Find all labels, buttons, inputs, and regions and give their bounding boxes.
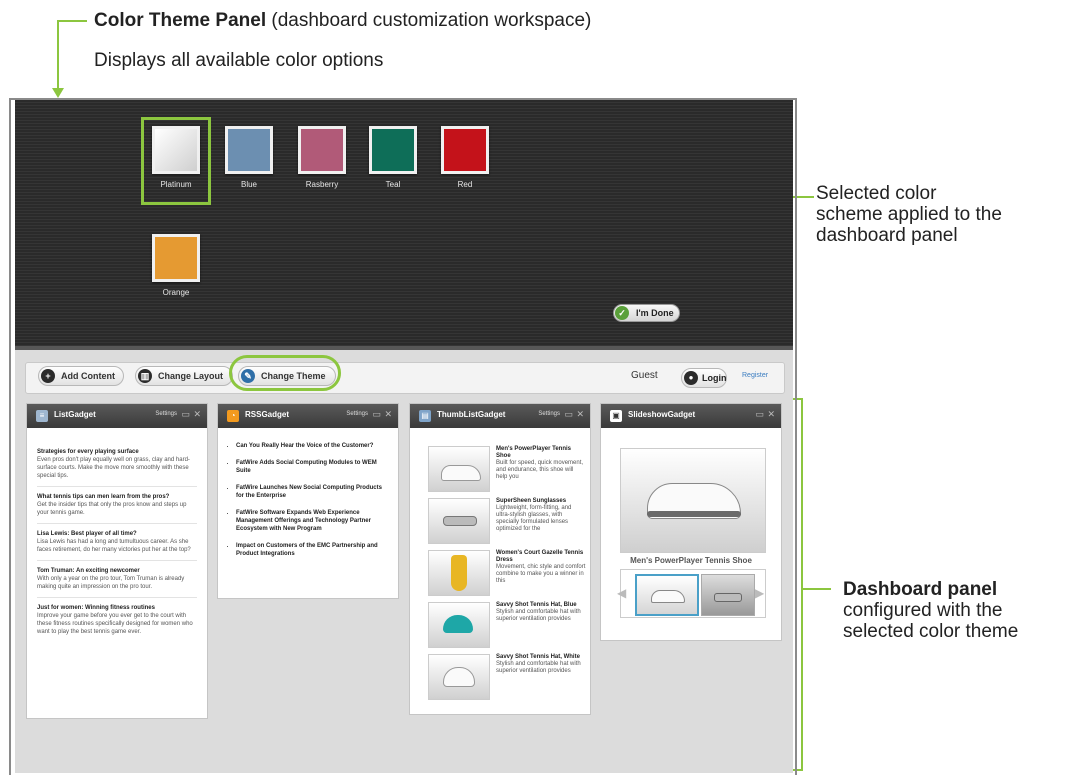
- swatch-rasberry[interactable]: Rasberry: [297, 126, 347, 189]
- rss-item[interactable]: Can You Really Hear the Voice of the Cus…: [236, 442, 388, 450]
- list-gadget: ≡ ListGadget Settings ▭ ✕ Strategies for…: [26, 403, 208, 719]
- thumb-item[interactable]: Women's Court Gazelle Tennis Dress Moveme…: [418, 550, 585, 602]
- swatch-color: [369, 126, 417, 174]
- register-link[interactable]: Register: [742, 372, 768, 379]
- thumblist-icon: ▤: [419, 410, 431, 422]
- rss-item[interactable]: FatWire Adds Social Computing Modules to…: [236, 459, 388, 475]
- swatch-color: [152, 234, 200, 282]
- close-icon[interactable]: ✕: [576, 409, 584, 420]
- gadget-header: ▤ ThumbListGadget Settings ▭ ✕: [410, 404, 590, 428]
- slideshow-caption: Men's PowerPlayer Tennis Shoe: [630, 556, 752, 565]
- slideshow-icon: ▣: [610, 410, 622, 422]
- layout-icon: ▥: [138, 369, 152, 383]
- swatch-red[interactable]: Red: [440, 126, 490, 189]
- gadget-header: ◔ RSSGadget Settings ▭ ✕: [218, 404, 398, 428]
- gadget-header: ▣ SlideshowGadget ▭ ✕: [601, 404, 781, 428]
- slideshow-thumbnail-strip: ◀ ▶: [617, 569, 766, 618]
- settings-link[interactable]: Settings: [346, 411, 368, 417]
- plus-icon: +: [41, 369, 55, 383]
- rss-icon: ◔: [227, 410, 239, 422]
- swatch-teal[interactable]: Teal: [368, 126, 418, 189]
- thumb-item[interactable]: Men's PowerPlayer Tennis Shoe Built for s…: [418, 446, 583, 498]
- rss-item[interactable]: FatWire Launches New Social Computing Pr…: [236, 484, 388, 500]
- list-item[interactable]: Lisa Lewis: Best player of all time? Lisa…: [37, 524, 197, 561]
- annotation-dashboard-text: Dashboard panel configured with the sele…: [843, 579, 1019, 642]
- list-item[interactable]: Tom Truman: An exciting newcomer With onl…: [37, 561, 197, 598]
- blue-hat-image: [428, 602, 490, 648]
- thumblist-gadget: ▤ ThumbListGadget Settings ▭ ✕ Men's Pow…: [409, 403, 591, 715]
- slideshow-main-image: [620, 448, 766, 553]
- close-icon[interactable]: ✕: [767, 409, 775, 420]
- login-button[interactable]: ● Login: [681, 368, 727, 388]
- dress-image: [428, 550, 490, 596]
- gadget-header: ≡ ListGadget Settings ▭ ✕: [27, 404, 207, 428]
- list-icon: ≡: [36, 410, 48, 422]
- minimize-icon[interactable]: ▭: [372, 409, 381, 420]
- shoe-image: [428, 446, 490, 492]
- im-done-button[interactable]: ✓ I'm Done: [613, 304, 680, 322]
- swatch-color: [441, 126, 489, 174]
- close-icon[interactable]: ✕: [384, 409, 392, 420]
- list-item[interactable]: Strategies for every playing surface Even…: [37, 442, 197, 487]
- slideshow-gadget: ▣ SlideshowGadget ▭ ✕ Men's PowerPlayer …: [600, 403, 782, 641]
- swatch-color: [298, 126, 346, 174]
- rss-list: Can You Really Hear the Voice of the Cus…: [218, 428, 398, 558]
- swatch-color: [225, 126, 273, 174]
- rss-item[interactable]: FatWire Software Expands Web Experience …: [236, 509, 388, 533]
- annotation-arrow-line: [57, 20, 59, 90]
- thumb-item[interactable]: Savvy Shot Tennis Hat, Blue Stylish and c…: [418, 602, 582, 654]
- thumb-item[interactable]: Savvy Shot Tennis Hat, White Stylish and …: [418, 654, 582, 706]
- user-icon: ●: [684, 371, 698, 385]
- minimize-icon[interactable]: ▭: [564, 409, 573, 420]
- white-hat-image: [428, 654, 490, 700]
- list-item[interactable]: What tennis tips can men learn from the …: [37, 487, 197, 524]
- thumb-item[interactable]: SuperSheen Sunglasses Lightweight, form-f…: [418, 498, 582, 550]
- settings-link[interactable]: Settings: [538, 411, 560, 417]
- change-theme-highlight: [229, 355, 341, 391]
- close-icon[interactable]: ✕: [193, 409, 201, 420]
- slideshow-thumb[interactable]: [701, 574, 755, 616]
- arrow-left-icon[interactable]: ◀: [617, 586, 626, 600]
- rss-item[interactable]: Impact on Customers of the EMC Partnersh…: [236, 542, 388, 558]
- minimize-icon[interactable]: ▭: [181, 409, 190, 420]
- annotation-dashboard-pointer: [803, 588, 831, 590]
- sunglasses-image: [428, 498, 490, 544]
- guest-label: Guest: [631, 370, 658, 381]
- annotation-arrow-head: [52, 88, 64, 98]
- arrow-right-icon[interactable]: ▶: [755, 586, 764, 600]
- annotation-title: Color Theme Panel (dashboard customizati…: [94, 10, 592, 31]
- add-content-button[interactable]: + Add Content: [38, 366, 124, 386]
- selected-swatch-highlight: [141, 117, 211, 205]
- swatch-blue[interactable]: Blue: [224, 126, 274, 189]
- change-layout-button[interactable]: ▥ Change Layout: [135, 366, 233, 386]
- annotation-dashboard-bracket-side: [801, 398, 803, 771]
- swatch-orange[interactable]: Orange: [151, 234, 201, 297]
- annotation-subtitle: Displays all available color options: [94, 50, 384, 71]
- check-icon: ✓: [615, 306, 629, 320]
- annotation-bracket-top: [57, 20, 87, 22]
- rss-gadget: ◔ RSSGadget Settings ▭ ✕ Can You Really …: [217, 403, 399, 599]
- annotation-selected-text: Selected color scheme applied to the das…: [816, 183, 1002, 246]
- minimize-icon[interactable]: ▭: [755, 409, 764, 420]
- list-item[interactable]: Just for women: Winning fitness routines…: [37, 598, 197, 642]
- slideshow-thumb-active[interactable]: [635, 574, 699, 616]
- settings-link[interactable]: Settings: [155, 411, 177, 417]
